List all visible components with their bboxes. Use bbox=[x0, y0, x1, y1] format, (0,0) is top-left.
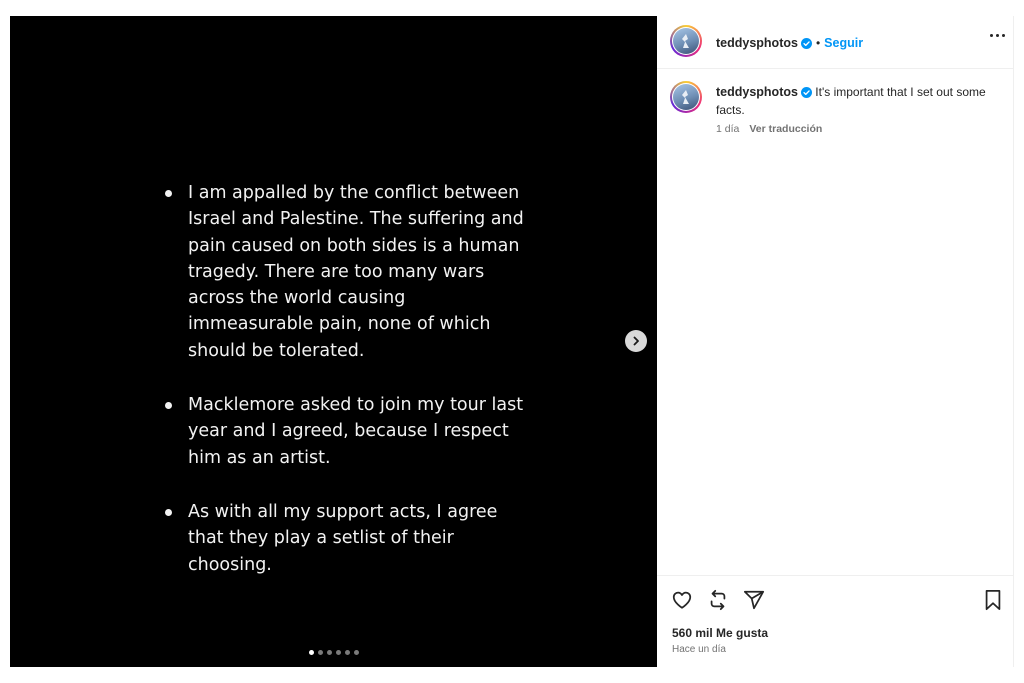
carousel-dot bbox=[344, 650, 350, 655]
bullet-item: Macklemore asked to join my tour last ye… bbox=[161, 392, 531, 471]
bullet-dot bbox=[165, 190, 172, 197]
carousel-dot bbox=[335, 650, 341, 655]
bullet-text: As with all my support acts, I agree tha… bbox=[188, 501, 498, 575]
caption-username[interactable]: teddysphotos bbox=[716, 85, 798, 99]
post-details-panel: teddysphotos • Seguir teddysphotos It's im… bbox=[657, 16, 1014, 667]
avatar[interactable] bbox=[670, 25, 702, 57]
action-bar: 560 mil Me gusta Hace un día bbox=[657, 575, 1013, 668]
repost-icon[interactable] bbox=[707, 589, 729, 616]
verified-badge-icon bbox=[800, 36, 812, 54]
carousel-next-button[interactable] bbox=[625, 330, 647, 352]
bullet-item: As with all my support acts, I agree tha… bbox=[161, 499, 531, 578]
caption-avatar[interactable] bbox=[670, 81, 702, 113]
follow-button[interactable]: Seguir bbox=[824, 36, 863, 50]
post-date: Hace un día bbox=[672, 644, 726, 655]
header-separator: • bbox=[815, 36, 821, 50]
avatar-figure-icon bbox=[682, 34, 689, 48]
caption-time: 1 día bbox=[716, 123, 740, 135]
caption: teddysphotos It's important that I set o… bbox=[716, 84, 986, 118]
carousel-indicators bbox=[10, 650, 657, 655]
post-text-list: I am appalled by the conflict between Is… bbox=[161, 180, 531, 606]
heart-icon[interactable] bbox=[671, 589, 693, 616]
carousel-dot bbox=[308, 650, 314, 655]
translate-link[interactable]: Ver traducción bbox=[749, 123, 822, 135]
bullet-dot bbox=[165, 402, 172, 410]
header-username[interactable]: teddysphotos bbox=[716, 36, 798, 50]
verified-badge-icon bbox=[800, 86, 812, 102]
bookmark-icon[interactable] bbox=[983, 589, 1003, 616]
likes-count[interactable]: 560 mil Me gusta bbox=[672, 626, 768, 640]
post-header: teddysphotos • Seguir bbox=[657, 16, 1013, 69]
bullet-text: I am appalled by the conflict between Is… bbox=[188, 183, 524, 361]
bullet-dot bbox=[165, 508, 172, 516]
carousel-dot bbox=[326, 650, 332, 655]
caption-meta: 1 día Ver traducción bbox=[716, 123, 822, 135]
avatar-figure-icon bbox=[682, 90, 689, 104]
carousel-dot bbox=[353, 650, 359, 655]
header-user-line: teddysphotos • Seguir bbox=[716, 34, 863, 54]
post-image: I am appalled by the conflict between Is… bbox=[10, 16, 657, 667]
bullet-item: I am appalled by the conflict between Is… bbox=[161, 180, 531, 364]
share-icon[interactable] bbox=[743, 589, 765, 616]
carousel-dot bbox=[317, 650, 323, 655]
chevron-right-icon bbox=[633, 336, 639, 346]
bullet-text: Macklemore asked to join my tour last ye… bbox=[188, 395, 524, 468]
more-options-icon[interactable] bbox=[990, 34, 1005, 37]
